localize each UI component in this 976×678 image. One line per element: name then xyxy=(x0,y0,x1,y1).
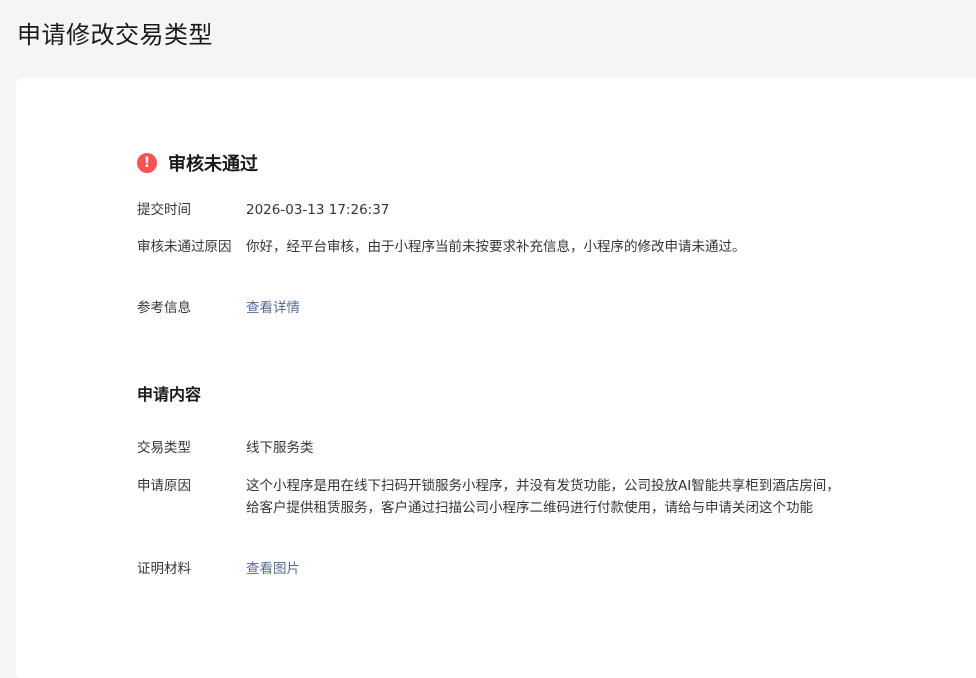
reference-row: 参考信息 查看详情 xyxy=(137,297,852,319)
reject-reason-row: 审核未通过原因 你好，经平台审核，由于小程序当前未按要求补充信息，小程序的修改申… xyxy=(137,236,852,258)
section-title-application: 申请内容 xyxy=(137,385,202,404)
reference-label: 参考信息 xyxy=(137,300,191,316)
status-text: 审核未通过 xyxy=(168,154,258,175)
review-status: ! 审核未通过 xyxy=(137,150,258,176)
submit-time-value: 2026-03-13 17:26:37 xyxy=(246,202,390,218)
reject-reason-label: 审核未通过原因 xyxy=(137,239,232,255)
view-details-link[interactable]: 查看详情 xyxy=(246,300,300,316)
trade-type-value: 线下服务类 xyxy=(246,440,314,456)
material-label: 证明材料 xyxy=(137,561,191,577)
review-card: ! 审核未通过 提交时间 2026-03-13 17:26:37 审核未通过原因… xyxy=(16,78,976,678)
submit-time-label: 提交时间 xyxy=(137,202,191,218)
submit-time-row: 提交时间 2026-03-13 17:26:37 xyxy=(137,199,852,221)
apply-reason-row: 申请原因 这个小程序是用在线下扫码开锁服务小程序，并没有发货功能，公司投放AI智… xyxy=(137,475,852,519)
exclamation-icon: ! xyxy=(137,153,157,173)
material-row: 证明材料 查看图片 xyxy=(137,558,852,580)
view-images-link[interactable]: 查看图片 xyxy=(246,561,300,577)
page-title: 申请修改交易类型 xyxy=(17,21,213,49)
apply-reason-value: 这个小程序是用在线下扫码开锁服务小程序，并没有发货功能，公司投放AI智能共享柜到… xyxy=(246,478,840,516)
trade-type-row: 交易类型 线下服务类 xyxy=(137,437,852,459)
trade-type-label: 交易类型 xyxy=(137,440,191,456)
reject-reason-value: 你好，经平台审核，由于小程序当前未按要求补充信息，小程序的修改申请未通过。 xyxy=(246,239,746,255)
apply-reason-label: 申请原因 xyxy=(137,478,191,494)
